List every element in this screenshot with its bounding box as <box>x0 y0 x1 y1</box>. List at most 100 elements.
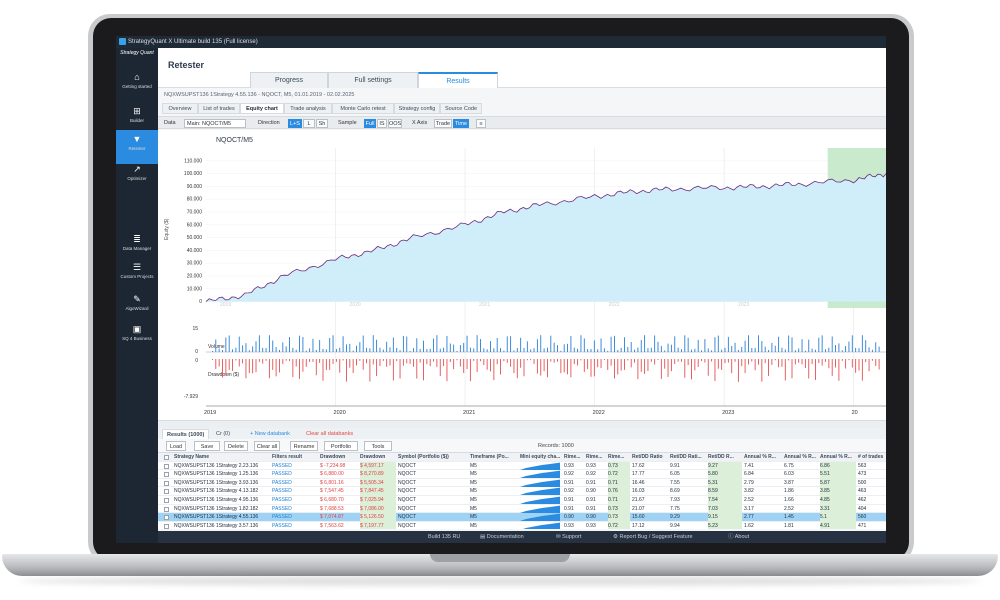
drawdown-bar <box>258 359 260 362</box>
tools-button[interactable]: Tools <box>364 441 392 451</box>
row-checkbox[interactable] <box>164 472 169 478</box>
rename-button[interactable]: Rename <box>290 441 318 451</box>
subtab-equity-chart[interactable]: Equity chart <box>240 103 284 114</box>
tab-results[interactable]: Results <box>418 72 498 88</box>
table-cell: 463 <box>858 488 867 495</box>
panel-splitter[interactable] <box>158 420 886 428</box>
sidebar-item-custom-projects[interactable]: ☰ Custom Projects <box>116 258 158 292</box>
col-drawdown-2[interactable]: Drawdown <box>360 453 396 462</box>
row-checkbox[interactable] <box>164 506 169 512</box>
col-retdd-3[interactable]: Ret/DD R... <box>708 453 742 462</box>
portfolio-button[interactable]: Portfolio <box>324 441 358 451</box>
col-num-trades[interactable]: # of trades <box>858 453 886 462</box>
tab-cr-databank[interactable]: Cr (0) <box>216 429 230 439</box>
save-button[interactable]: Save <box>194 441 220 451</box>
row-checkbox[interactable] <box>164 480 169 486</box>
tab-results-databank[interactable]: Results (1000) <box>162 429 210 439</box>
drawdown-bar <box>614 359 615 379</box>
sample-is-button[interactable]: IS <box>377 119 387 128</box>
data-select[interactable]: Main: NQOCT/M5 <box>184 119 246 128</box>
col-strategy-name[interactable]: Strategy Name <box>174 453 264 462</box>
sidebar-item-algowizard[interactable]: ✎ AlgoWizard <box>116 290 158 324</box>
table-row[interactable]: NQXWSUPST136 1Strategy 4.55.136 PASSED $ 7… <box>158 513 886 522</box>
table-cell: $ 5,126.50 <box>360 513 396 522</box>
report-bug-link[interactable]: ⚙ Report Bug / Suggest Feature <box>613 531 693 543</box>
sidebar-item-optimizer[interactable]: ↗ Optimizer <box>116 160 158 194</box>
xaxis-trade-button[interactable]: Trade <box>434 119 452 128</box>
table-cell: 473 <box>858 471 867 478</box>
table-row[interactable]: NQXWSUPST136 1Strategy 4.13.182 PASSED $ 7… <box>158 487 886 496</box>
volume-bar <box>346 344 347 352</box>
subtab-strategy-config[interactable]: Strategy config <box>394 103 440 114</box>
tab-full-settings[interactable]: Full settings <box>328 72 418 88</box>
about-link[interactable]: ⓘ About <box>728 531 749 543</box>
drawdown-bar <box>868 359 870 372</box>
col-rime-3[interactable]: Rime... <box>608 453 630 462</box>
drawdown-bar <box>272 359 274 370</box>
drawdown-bar <box>711 359 713 362</box>
volume-bar <box>459 345 461 352</box>
delete-button[interactable]: Delete <box>224 441 248 451</box>
direction-long-button[interactable]: L <box>303 119 315 128</box>
tab-progress[interactable]: Progress <box>250 72 328 88</box>
col-retdd-2[interactable]: Ret/DD Rati... <box>670 453 706 462</box>
col-timeframe[interactable]: Timeframe (Po... <box>470 453 518 462</box>
drawdown-bar <box>758 359 759 365</box>
load-button[interactable]: Load <box>166 441 186 451</box>
hamburger-icon[interactable]: ≡ <box>476 119 486 128</box>
table-row[interactable]: NQXWSUPST136 1Strategy 3.57.136 PASSED $ 7… <box>158 521 886 529</box>
col-rime-1[interactable]: Rime... <box>564 453 584 462</box>
select-all-checkbox[interactable] <box>164 455 169 460</box>
sample-oos-button[interactable]: OOS <box>388 119 402 128</box>
col-annual-2[interactable]: Annual % R... <box>784 453 818 462</box>
col-drawdown-1[interactable]: Drawdown <box>320 453 358 462</box>
volume-bar <box>835 345 836 352</box>
subtab-source-code[interactable]: Source Code <box>440 103 482 114</box>
col-annual-3[interactable]: Annual % R... <box>820 453 856 462</box>
volume-bar <box>748 335 749 352</box>
support-link[interactable]: ✉ Support <box>556 531 581 543</box>
col-mini-equity[interactable]: Mini equity cha... <box>520 453 562 462</box>
subtab-trade-analysis[interactable]: Trade analysis <box>284 103 332 114</box>
subtab-overview[interactable]: Overview <box>162 103 198 114</box>
clear-all-button[interactable]: Clear all <box>254 441 280 451</box>
drawdown-bar <box>841 359 843 361</box>
sidebar-item-getting-started[interactable]: ⌂ Getting started <box>116 68 158 102</box>
drawdown-bar <box>590 359 592 377</box>
clear-databanks-link[interactable]: Clear all databanks <box>306 429 353 439</box>
table-row[interactable]: NQXWSUPST136 1Strategy 1.82.182 PASSED $ 7… <box>158 504 886 514</box>
col-symbol[interactable]: Symbol (Portfolio ($)) <box>398 453 468 462</box>
direction-ls-button[interactable]: L+S <box>288 119 302 128</box>
drawdown-bar <box>768 359 769 376</box>
row-checkbox[interactable] <box>164 489 169 495</box>
direction-short-button[interactable]: Sh <box>316 119 328 128</box>
table-row[interactable]: NQXWSUPST136 1Strategy 4.95.136 PASSED $ 6… <box>158 496 886 505</box>
new-databank-link[interactable]: + New databank <box>250 429 290 439</box>
sidebar-item-retester[interactable]: ▼ Retester <box>116 130 158 164</box>
documentation-link[interactable]: ▤ Documentation <box>480 531 524 543</box>
table-row[interactable]: NQXWSUPST136 1Strategy 1.25.136 PASSED $ 6… <box>158 470 886 479</box>
drawdown-bar <box>593 359 595 377</box>
drawdown-bar <box>691 359 692 380</box>
table-cell: PASSED <box>272 462 292 469</box>
drawdown-bar <box>332 359 334 365</box>
table-row[interactable]: NQXWSUPST136 1Strategy 3.93.136 PASSED $ 6… <box>158 478 886 488</box>
sidebar-item-sq4-business[interactable]: ▣ SQ 4 Business <box>116 320 158 354</box>
xaxis-time-button[interactable]: Time <box>453 119 469 128</box>
col-rime-2[interactable]: Rime... <box>586 453 606 462</box>
sample-full-button[interactable]: Full <box>364 119 376 128</box>
row-checkbox[interactable] <box>164 523 169 529</box>
col-annual-1[interactable]: Annual % R... <box>744 453 782 462</box>
row-checkbox[interactable] <box>164 515 169 521</box>
row-checkbox[interactable] <box>164 498 169 503</box>
drawdown-bar <box>808 359 810 379</box>
col-retdd-1[interactable]: Ret/DD Ratio <box>632 453 668 462</box>
table-row[interactable]: NQXWSUPST136 1Strategy 2.23.136 PASSED $ -… <box>158 461 886 471</box>
subtab-monte-carlo[interactable]: Monte Carlo retest <box>332 103 394 114</box>
subtab-list-of-trades[interactable]: List of trades <box>198 103 240 114</box>
col-filters-result[interactable]: Filters result <box>272 453 312 462</box>
row-checkbox[interactable] <box>164 463 169 469</box>
drawdown-bar <box>714 359 716 382</box>
table-cell: M5 <box>470 462 477 469</box>
volume-bar <box>319 340 321 352</box>
